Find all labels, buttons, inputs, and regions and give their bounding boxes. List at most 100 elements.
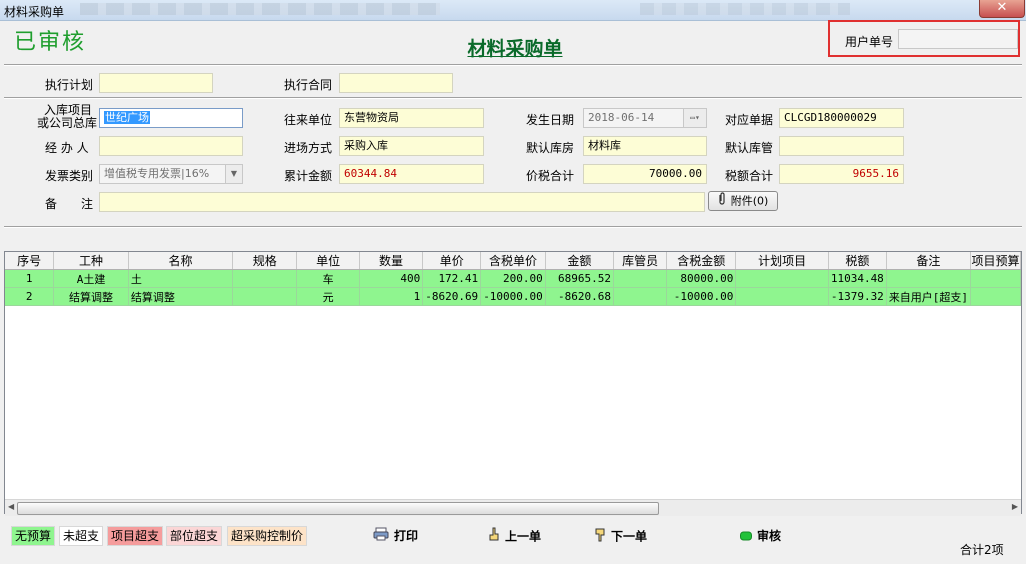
table-cell[interactable]: 11034.48 xyxy=(828,269,887,288)
table-cell[interactable] xyxy=(613,287,668,306)
date-picker[interactable]: 2018-06-14 ▭▾ xyxy=(583,108,707,128)
invoice-type-select[interactable]: 增值税专用发票|16% ▼ xyxy=(99,164,243,184)
exec-plan-input[interactable] xyxy=(99,73,213,93)
table-row[interactable]: 1 A土建土 车 400 172.41 200.00 68965.52 80000.00 110… xyxy=(5,269,1021,288)
tax-total-label: 税额合计 xyxy=(725,169,774,183)
column-header[interactable]: 项目预算 xyxy=(970,252,1021,270)
background-blur xyxy=(80,3,440,15)
column-header[interactable]: 库管员 xyxy=(613,252,668,270)
table-cell[interactable]: 1 xyxy=(359,287,424,306)
column-header[interactable]: 含税单价 xyxy=(480,252,546,270)
table-cell[interactable]: -8620.69 xyxy=(422,287,482,306)
table-cell[interactable]: 2 xyxy=(5,287,55,306)
tax-total-field: 9655.16 xyxy=(779,164,904,184)
table-cell[interactable]: 结算调整 xyxy=(128,287,234,306)
print-label: 打印 xyxy=(394,529,419,543)
table-cell[interactable] xyxy=(735,269,829,288)
table-cell[interactable]: 土 xyxy=(128,269,234,288)
entry-method-label: 进场方式 xyxy=(284,141,333,155)
column-header[interactable]: 含税金额 xyxy=(666,252,737,270)
table-cell[interactable]: -10000.00 xyxy=(480,287,546,306)
table-cell[interactable]: -1379.32 xyxy=(828,287,887,306)
column-header[interactable]: 税额 xyxy=(828,252,887,270)
table-cell[interactable]: 元 xyxy=(296,287,360,306)
partner-input[interactable]: 东营物资局 xyxy=(339,108,484,128)
items-table-grid: 序号 工种 名称 规格 单位 数量 单价 含税单价 金额 库管员 含税金额 计划项目 税额 备注 项目预算 … xyxy=(5,252,1021,306)
exec-plan-label: 执行计划 xyxy=(45,78,94,92)
warehouse-input[interactable]: 材料库 xyxy=(583,136,707,156)
table-cell[interactable]: -8620.68 xyxy=(545,287,615,306)
table-cell[interactable] xyxy=(613,269,668,288)
date-label: 发生日期 xyxy=(526,113,575,127)
scroll-left-icon[interactable]: ◀ xyxy=(8,502,14,511)
entry-method-input[interactable]: 采购入库 xyxy=(339,136,484,156)
table-cell[interactable]: 400 xyxy=(359,269,424,288)
close-button[interactable]: ✕ xyxy=(979,0,1025,18)
table-cell[interactable]: 来自用户[超支] xyxy=(886,287,972,306)
previous-label: 上一单 xyxy=(505,529,542,544)
page-title: 材料采购单 xyxy=(467,38,563,60)
column-header[interactable]: 单位 xyxy=(296,252,360,270)
column-header[interactable]: 规格 xyxy=(232,252,298,270)
ref-doc-label: 对应单据 xyxy=(725,113,774,127)
invoice-type-value: 增值税专用发票|16% xyxy=(104,167,210,180)
project-input[interactable]: 世纪广场 xyxy=(99,108,243,128)
scroll-right-icon[interactable]: ▶ xyxy=(1012,502,1018,511)
legend-chip: 未超支 xyxy=(59,526,104,546)
item-count: 合计2项 xyxy=(960,543,1004,557)
invoice-type-label: 发票类别 xyxy=(45,169,94,183)
table-cell[interactable] xyxy=(970,287,1021,306)
table-cell[interactable] xyxy=(232,269,298,288)
table-cell[interactable]: 结算调整 xyxy=(53,287,129,306)
horizontal-scrollbar[interactable]: ◀ ▶ xyxy=(5,499,1021,516)
calendar-dropdown-icon[interactable]: ▭▾ xyxy=(683,109,706,127)
table-cell[interactable] xyxy=(735,287,829,306)
legend-chip: 部位超支 xyxy=(166,526,223,546)
chevron-down-icon[interactable]: ▼ xyxy=(225,165,242,183)
column-header[interactable]: 序号 xyxy=(5,252,55,270)
legend-chip: 无预算 xyxy=(11,526,56,546)
divider xyxy=(4,64,1022,66)
user-number-input[interactable] xyxy=(898,29,1018,49)
exec-contract-input[interactable] xyxy=(339,73,453,93)
keeper-input[interactable] xyxy=(779,136,904,156)
table-cell[interactable]: A土建 xyxy=(53,269,129,288)
background-blur xyxy=(640,3,850,15)
project-label: 入库项目 xyxy=(44,103,93,117)
ref-doc-input[interactable]: CLCGD180000029 xyxy=(779,108,904,128)
table-cell[interactable]: 80000.00 xyxy=(666,269,737,288)
column-header[interactable]: 单价 xyxy=(422,252,482,270)
tax-included-field: 70000.00 xyxy=(583,164,707,184)
table-cell[interactable]: -10000.00 xyxy=(666,287,737,306)
scrollbar-thumb[interactable] xyxy=(17,502,659,515)
table-cell[interactable] xyxy=(970,269,1021,288)
date-value: 2018-06-14 xyxy=(588,111,655,124)
window-titlebar: 材料采购单 xyxy=(0,0,1026,21)
table-cell[interactable] xyxy=(886,269,972,288)
paperclip-icon xyxy=(718,192,726,211)
column-header[interactable]: 工种 xyxy=(53,252,129,270)
column-header[interactable]: 名称 xyxy=(128,252,234,270)
table-cell[interactable]: 车 xyxy=(296,269,360,288)
column-header[interactable]: 备注 xyxy=(886,252,972,270)
audit-button[interactable]: 审核 xyxy=(740,527,781,545)
previous-button[interactable]: 上一单 xyxy=(488,527,541,545)
next-button[interactable]: 下一单 xyxy=(594,527,647,545)
column-header[interactable]: 金额 xyxy=(545,252,615,270)
tax-included-label: 价税合计 xyxy=(526,169,575,183)
print-button[interactable]: 打印 xyxy=(373,527,418,545)
remark-input[interactable] xyxy=(99,192,705,212)
handler-input[interactable] xyxy=(99,136,243,156)
table-cell[interactable]: 1 xyxy=(5,269,55,288)
attachment-button[interactable]: 附件(0) xyxy=(708,191,778,211)
column-header[interactable]: 数量 xyxy=(359,252,424,270)
column-header[interactable]: 计划项目 xyxy=(735,252,829,270)
table-header: 序号 工种 名称 规格 单位 数量 单价 含税单价 金额 库管员 含税金额 计划项目 税额 备注 项目预算 xyxy=(5,252,1021,270)
table-cell[interactable] xyxy=(232,287,298,306)
window-title: 材料采购单 xyxy=(4,5,65,19)
items-table[interactable]: 序号 工种 名称 规格 单位 数量 单价 含税单价 金额 库管员 含税金额 计划项目 税额 备注 项目预算 … xyxy=(4,251,1022,514)
table-cell[interactable]: 68965.52 xyxy=(545,269,615,288)
table-row[interactable]: 2 结算调整 结算调整元 1 -8620.69 -10000.00 -8620.68 -100… xyxy=(5,287,1021,306)
table-cell[interactable]: 172.41 xyxy=(422,269,482,288)
table-cell[interactable]: 200.00 xyxy=(480,269,546,288)
